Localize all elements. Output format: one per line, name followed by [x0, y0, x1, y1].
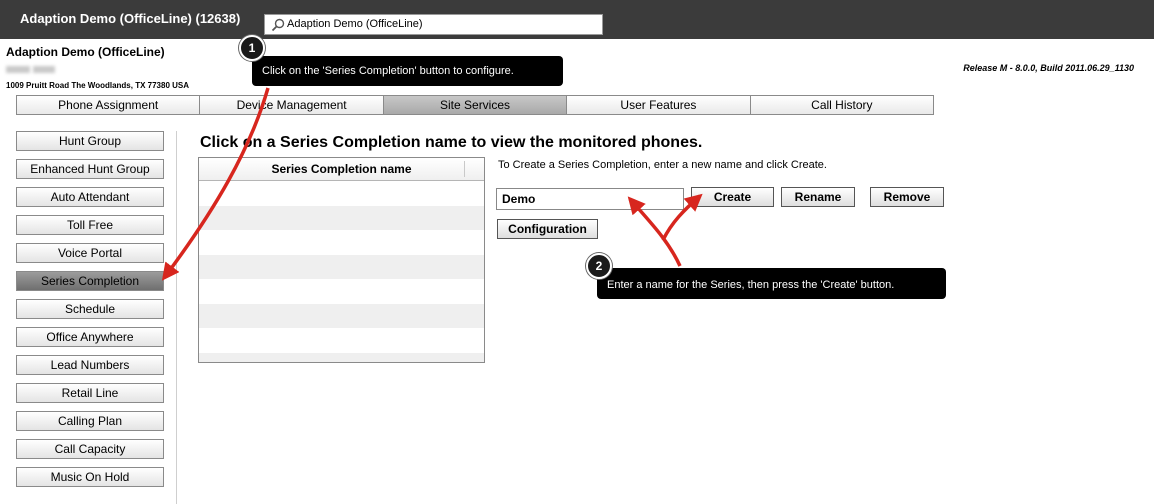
callout-step-one: Click on the 'Series Completion' button …	[252, 56, 563, 86]
step-one-badge: 1	[239, 35, 265, 61]
annotation-arrows	[161, 87, 703, 281]
step-two-badge: 2	[586, 253, 612, 279]
arrow-to-create-button	[661, 193, 703, 241]
arrow-to-series-completion	[161, 87, 270, 281]
arrow-to-name-input	[627, 196, 682, 267]
callout-step-two: Enter a name for the Series, then press …	[597, 268, 946, 299]
